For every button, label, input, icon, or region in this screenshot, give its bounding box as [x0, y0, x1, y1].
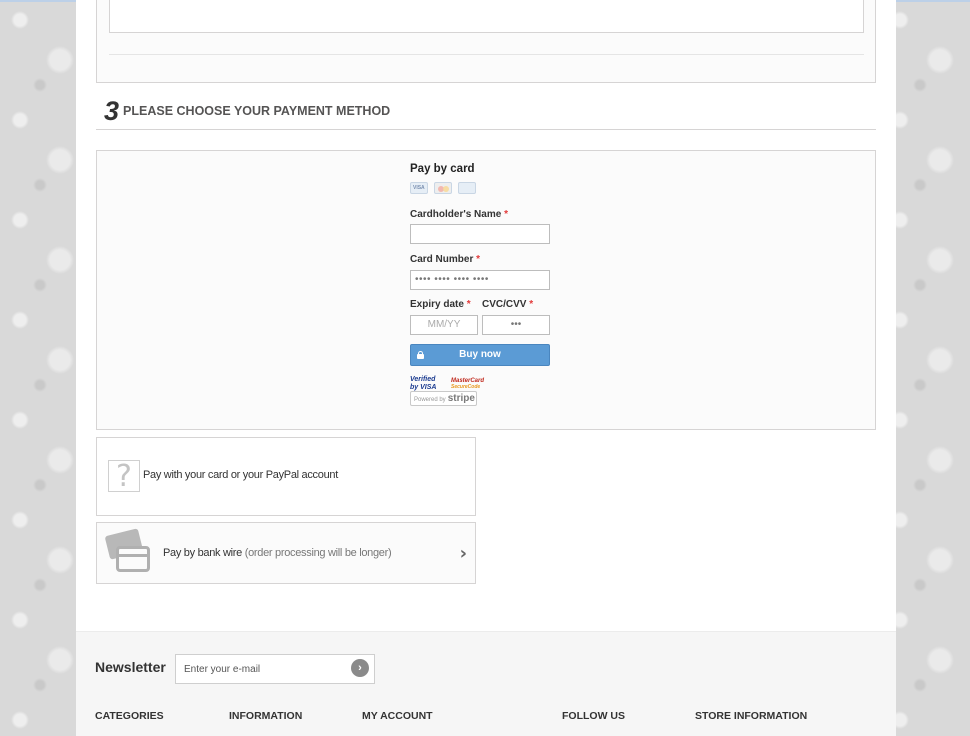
- expiry-date-label: Expiry date *: [410, 299, 471, 310]
- paypal-option-label: Pay with your card or your PayPal accoun…: [143, 469, 338, 481]
- previous-section-box: [96, 0, 876, 83]
- card-number-label-text: Card Number: [410, 254, 474, 265]
- securecode-word: SecureCode: [451, 384, 481, 390]
- footer: Newsletter Enter your e-mail › CATEGORIE…: [76, 631, 896, 736]
- payment-step-heading: 3 PLEASE CHOOSE YOUR PAYMENT METHOD: [96, 93, 876, 130]
- cardholder-name-label-text: Cardholder's Name: [410, 209, 502, 220]
- powered-by-stripe-badge: Powered by stripe: [410, 391, 477, 406]
- chevron-right-icon: ›: [459, 543, 467, 564]
- cardholder-name-input[interactable]: [410, 224, 550, 244]
- card-number-input[interactable]: •••• •••• •••• ••••: [410, 270, 550, 290]
- bankwire-note: (order processing will be longer): [244, 547, 392, 559]
- footer-col-follow-us: FOLLOW US: [562, 710, 625, 722]
- mastercard-icon: [434, 182, 452, 194]
- stripe-word: stripe: [447, 393, 475, 404]
- message-textarea[interactable]: [109, 0, 864, 33]
- required-mark: *: [466, 299, 471, 310]
- paypal-payment-option[interactable]: ? Pay with your card or your PayPal acco…: [96, 437, 476, 516]
- newsletter-submit-button[interactable]: ›: [351, 659, 369, 677]
- powered-by-text: Powered by: [414, 397, 446, 403]
- verified-by-visa-logo: Verified by VISA: [410, 376, 437, 391]
- expiry-date-input[interactable]: MM/YY: [410, 315, 478, 335]
- expiry-date-label-text: Expiry date: [410, 299, 464, 310]
- visa-card-icon: [410, 182, 428, 194]
- required-mark: *: [504, 209, 508, 220]
- pay-by-card-title: Pay by card: [410, 163, 475, 175]
- mastercard-securecode-logo: MasterCard SecureCode: [451, 378, 484, 390]
- buy-now-button[interactable]: Buy now: [410, 344, 550, 366]
- checkout-page: 3 PLEASE CHOOSE YOUR PAYMENT METHOD Pay …: [76, 0, 896, 631]
- buy-now-label: Buy now: [459, 349, 501, 360]
- divider: [109, 54, 864, 55]
- cvc-input[interactable]: •••: [482, 315, 550, 335]
- bankwire-label-text: Pay by bank wire: [163, 547, 242, 559]
- required-mark: *: [529, 299, 534, 310]
- step-number: 3: [104, 95, 120, 126]
- lock-icon: [417, 351, 424, 359]
- footer-col-information: INFORMATION: [229, 710, 303, 722]
- step-title: PLEASE CHOOSE YOUR PAYMENT METHOD: [123, 104, 391, 118]
- footer-col-my-account: MY ACCOUNT: [362, 710, 433, 722]
- amex-card-icon: [458, 182, 476, 194]
- card-logos: [410, 182, 476, 194]
- stripe-payment-box: Pay by card Cardholder's Name * Card Num…: [96, 150, 876, 430]
- cvc-label: CVC/CVV *: [482, 299, 533, 310]
- newsletter-email-input[interactable]: Enter your e-mail: [175, 654, 375, 684]
- required-mark: *: [476, 254, 481, 265]
- footer-col-store-information: STORE INFORMATION: [695, 710, 808, 722]
- bankwire-payment-option[interactable]: Pay by bank wire (order processing will …: [96, 522, 476, 584]
- credit-card-icon: [104, 528, 151, 576]
- bankwire-option-label: Pay by bank wire (order processing will …: [163, 547, 392, 559]
- cardholder-name-label: Cardholder's Name *: [410, 209, 508, 220]
- card-number-label: Card Number *: [410, 254, 480, 265]
- newsletter-title: Newsletter: [95, 659, 166, 675]
- cvc-label-text: CVC/CVV: [482, 299, 527, 310]
- question-mark-icon: ?: [108, 460, 140, 493]
- footer-col-categories: CATEGORIES: [95, 710, 164, 722]
